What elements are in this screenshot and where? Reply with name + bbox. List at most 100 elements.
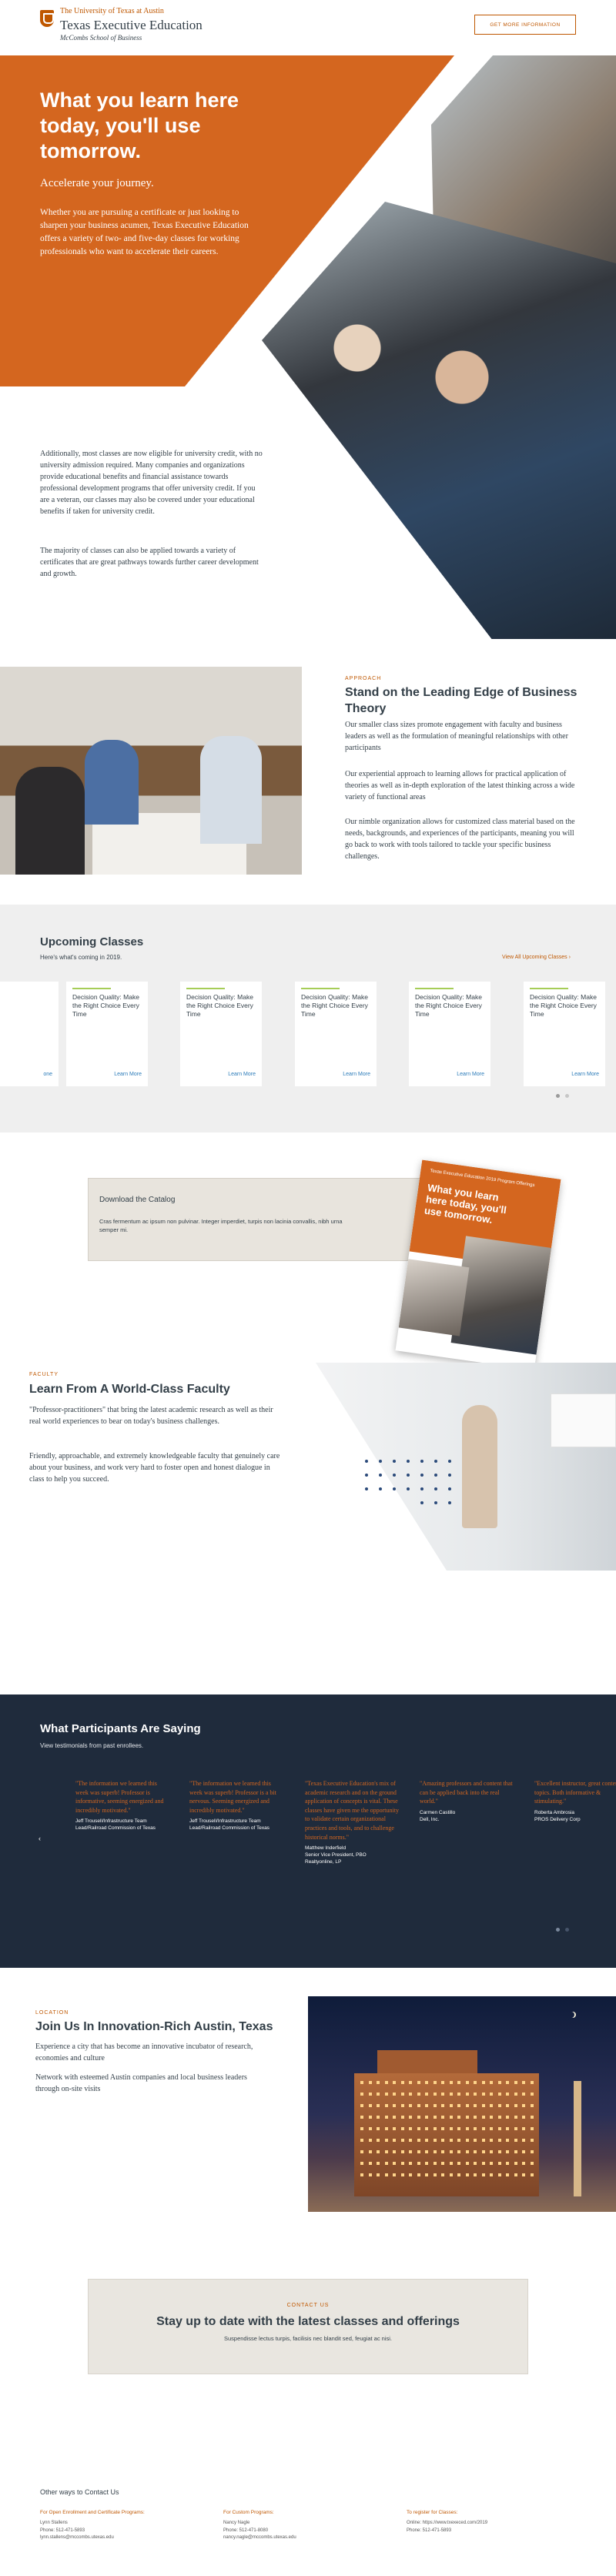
class-card-partial-left[interactable]: one — [0, 982, 59, 1086]
building-window — [481, 2116, 485, 2119]
location-section: LOCATION Join Us In Innovation-Rich Aust… — [0, 1996, 616, 2212]
decorative-dot — [365, 1474, 368, 1477]
location-eyebrow: LOCATION — [35, 2010, 69, 2016]
decorative-dot — [434, 1501, 437, 1504]
building-window — [522, 2162, 525, 2165]
class-card-learn-more-link[interactable]: Learn More — [343, 1072, 370, 1077]
footer-contact-email[interactable]: nancy.nagle@mccombs.utexas.edu — [223, 2534, 385, 2542]
building-window — [481, 2139, 485, 2142]
building-window — [490, 2139, 493, 2142]
class-card[interactable]: Decision Quality: Make the Right Choice … — [409, 982, 490, 1086]
carousel-dot[interactable] — [565, 1928, 569, 1932]
carousel-dot-active[interactable] — [556, 1094, 560, 1098]
catalog-cover-image[interactable]: Texas Executive Education 2019 Program O… — [395, 1159, 561, 1370]
class-card-partial-right[interactable]: Decision Quality: Make the Right Choice … — [524, 982, 605, 1086]
view-all-classes-link[interactable]: View All Upcoming Classes › — [502, 955, 571, 960]
decorative-dot — [420, 1487, 424, 1490]
footer-contact-phone[interactable]: Phone: 512-471-5893 — [40, 2527, 202, 2535]
class-card-learn-more-link[interactable]: Learn More — [571, 1072, 599, 1077]
building-window — [425, 2093, 428, 2096]
building-window — [514, 2081, 517, 2084]
footer-contact-email[interactable]: lynn.stallens@mccombs.utexas.edu — [40, 2534, 202, 2542]
building-window — [497, 2116, 501, 2119]
building-window — [400, 2081, 404, 2084]
approach-photo — [0, 667, 302, 875]
approach-paragraph-1: Our smaller class sizes promote engageme… — [345, 721, 568, 752]
contact-signup-box[interactable]: CONTACT US Stay up to date with the late… — [88, 2279, 528, 2374]
class-card-accent-bar — [530, 988, 568, 989]
class-card[interactable]: Decision Quality: Make the Right Choice … — [66, 982, 148, 1086]
building-window — [474, 2139, 477, 2142]
footer-contact-phone[interactable]: Phone: 512-471-5893 — [407, 2527, 568, 2535]
class-card-learn-more-link[interactable]: one — [43, 1072, 52, 1077]
building-window — [514, 2139, 517, 2142]
building-window — [441, 2162, 444, 2165]
decorative-dot — [393, 1474, 396, 1477]
building-window — [425, 2116, 428, 2119]
building-window — [433, 2162, 437, 2165]
catalog-title[interactable]: Download the Catalog — [99, 1196, 175, 1204]
building-window — [522, 2150, 525, 2153]
class-card[interactable]: Decision Quality: Make the Right Choice … — [180, 982, 262, 1086]
building-window — [506, 2127, 509, 2130]
building-window — [433, 2081, 437, 2084]
faculty-eyebrow: FACULTY — [29, 1372, 59, 1377]
class-card-learn-more-link[interactable]: Learn More — [114, 1072, 142, 1077]
building-window — [400, 2139, 404, 2142]
ut-shield-logo-icon[interactable] — [40, 10, 54, 27]
building-window — [481, 2173, 485, 2176]
building-window — [368, 2104, 372, 2107]
class-card[interactable]: Decision Quality: Make the Right Choice … — [295, 982, 377, 1086]
upcoming-classes-section: Upcoming Classes Here's what's coming in… — [0, 905, 616, 1132]
building-window — [360, 2173, 363, 2176]
building-window — [449, 2116, 453, 2119]
building-window — [417, 2093, 420, 2096]
logo-school-text[interactable]: McCombs School of Business — [60, 34, 142, 42]
building-window — [377, 2081, 380, 2084]
building-window — [409, 2081, 412, 2084]
footer-register-link[interactable]: Online: https://www.txexeced.com/2019 — [407, 2520, 568, 2527]
building-window — [449, 2104, 453, 2107]
class-card-learn-more-link[interactable]: Learn More — [228, 1072, 256, 1077]
building-window — [409, 2127, 412, 2130]
building-window — [384, 2104, 388, 2107]
logo-university-text[interactable]: The University of Texas at Austin — [60, 7, 164, 15]
building-window — [530, 2127, 534, 2130]
building-window — [400, 2150, 404, 2153]
building-window — [514, 2173, 517, 2176]
building-window — [425, 2150, 428, 2153]
carousel-dot[interactable] — [565, 1094, 569, 1098]
get-more-info-button[interactable]: GET MORE INFORMATION — [474, 15, 576, 35]
building-window — [449, 2173, 453, 2176]
building-window — [384, 2127, 388, 2130]
building-window — [465, 2127, 469, 2130]
hero-intro: Whether you are pursuing a certificate o… — [40, 208, 249, 257]
building-window — [433, 2139, 437, 2142]
building-window — [384, 2162, 388, 2165]
building-window — [377, 2093, 380, 2096]
building-window — [490, 2116, 493, 2119]
building-window — [449, 2081, 453, 2084]
catalog-download-box[interactable]: Download the Catalog Cras fermentum ac i… — [88, 1178, 447, 1261]
testimonial-author: Carmen Castillo Dell, Inc. — [420, 1809, 456, 1822]
building-window — [514, 2127, 517, 2130]
faculty-paragraph-1: "Professor-practitioners" that bring the… — [29, 1406, 273, 1426]
footer-contact-phone[interactable]: Phone: 512-471-8080 — [223, 2527, 385, 2535]
building-window — [490, 2104, 493, 2107]
site-header: The University of Texas at Austin Texas … — [0, 0, 616, 49]
testimonial-quote: "Texas Executive Education's mix of acad… — [305, 1780, 399, 1841]
building-window — [360, 2093, 363, 2096]
decorative-dot — [393, 1460, 396, 1463]
building-window — [457, 2173, 460, 2176]
building-window — [377, 2116, 380, 2119]
carousel-prev-arrow-icon[interactable]: ‹ — [38, 1835, 41, 1842]
building-window — [417, 2127, 420, 2130]
building-window — [384, 2093, 388, 2096]
building-window — [384, 2116, 388, 2119]
faculty-paragraph-2: Friendly, approachable, and extremely kn… — [29, 1452, 280, 1484]
class-card-learn-more-link[interactable]: Learn More — [457, 1072, 484, 1077]
logo-brand-text[interactable]: Texas Executive Education — [60, 18, 203, 33]
building-window — [377, 2150, 380, 2153]
carousel-dot-active[interactable] — [556, 1928, 560, 1932]
building-window — [417, 2081, 420, 2084]
